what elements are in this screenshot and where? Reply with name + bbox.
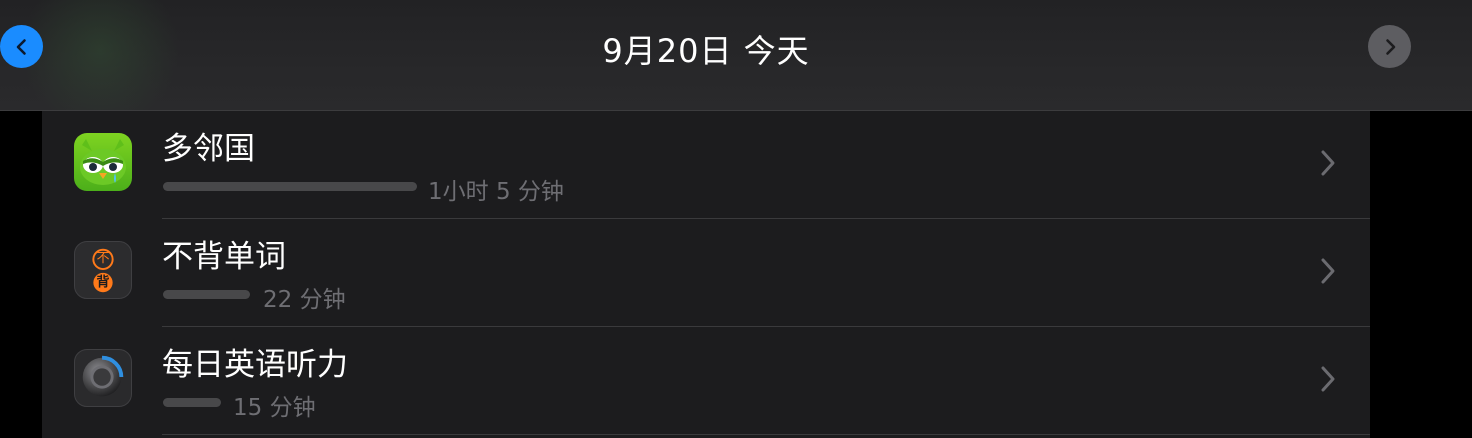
app-usage-list: 多邻国 1小时 5 分钟 不 背 不背单词 22 分钟 每日英语听力 15 分钟 [42, 111, 1370, 438]
next-day-button[interactable] [1368, 25, 1411, 68]
usage-duration: 1小时 5 分钟 [428, 179, 564, 205]
duolingo-icon [74, 133, 132, 191]
usage-duration: 22 分钟 [263, 287, 346, 313]
screen-time-app-list: 9月20日 今天 多邻国 1小时 5 分钟 不 背 不背单词 22 分钟 每日英… [0, 0, 1472, 438]
usage-bar [163, 182, 417, 191]
app-name: 每日英语听力 [162, 347, 348, 383]
app-row-daily-english-listening[interactable]: 每日英语听力 15 分钟 [42, 327, 1370, 435]
chevron-right-icon [1321, 258, 1335, 284]
icon-char-bottom: 背 [96, 275, 110, 290]
chevron-right-icon [1385, 38, 1395, 55]
bubeidanci-icon: 不 背 [74, 241, 132, 299]
usage-bar [163, 398, 221, 407]
chevron-right-icon [1321, 150, 1335, 176]
usage-duration: 15 分钟 [233, 395, 316, 421]
app-name: 多邻国 [162, 131, 255, 167]
usage-bar [163, 290, 250, 299]
app-row-bubeidanci[interactable]: 不 背 不背单词 22 分钟 [42, 219, 1370, 327]
icon-char-top: 不 [96, 251, 110, 266]
daily-english-listening-icon [74, 349, 132, 407]
row-divider [162, 434, 1370, 435]
app-row-duolingo[interactable]: 多邻国 1小时 5 分钟 [42, 111, 1370, 219]
date-title: 9月20日 今天 [602, 32, 810, 70]
chevron-right-icon [1321, 366, 1335, 392]
app-name: 不背单词 [162, 239, 286, 275]
date-header: 9月20日 今天 [0, 0, 1472, 111]
